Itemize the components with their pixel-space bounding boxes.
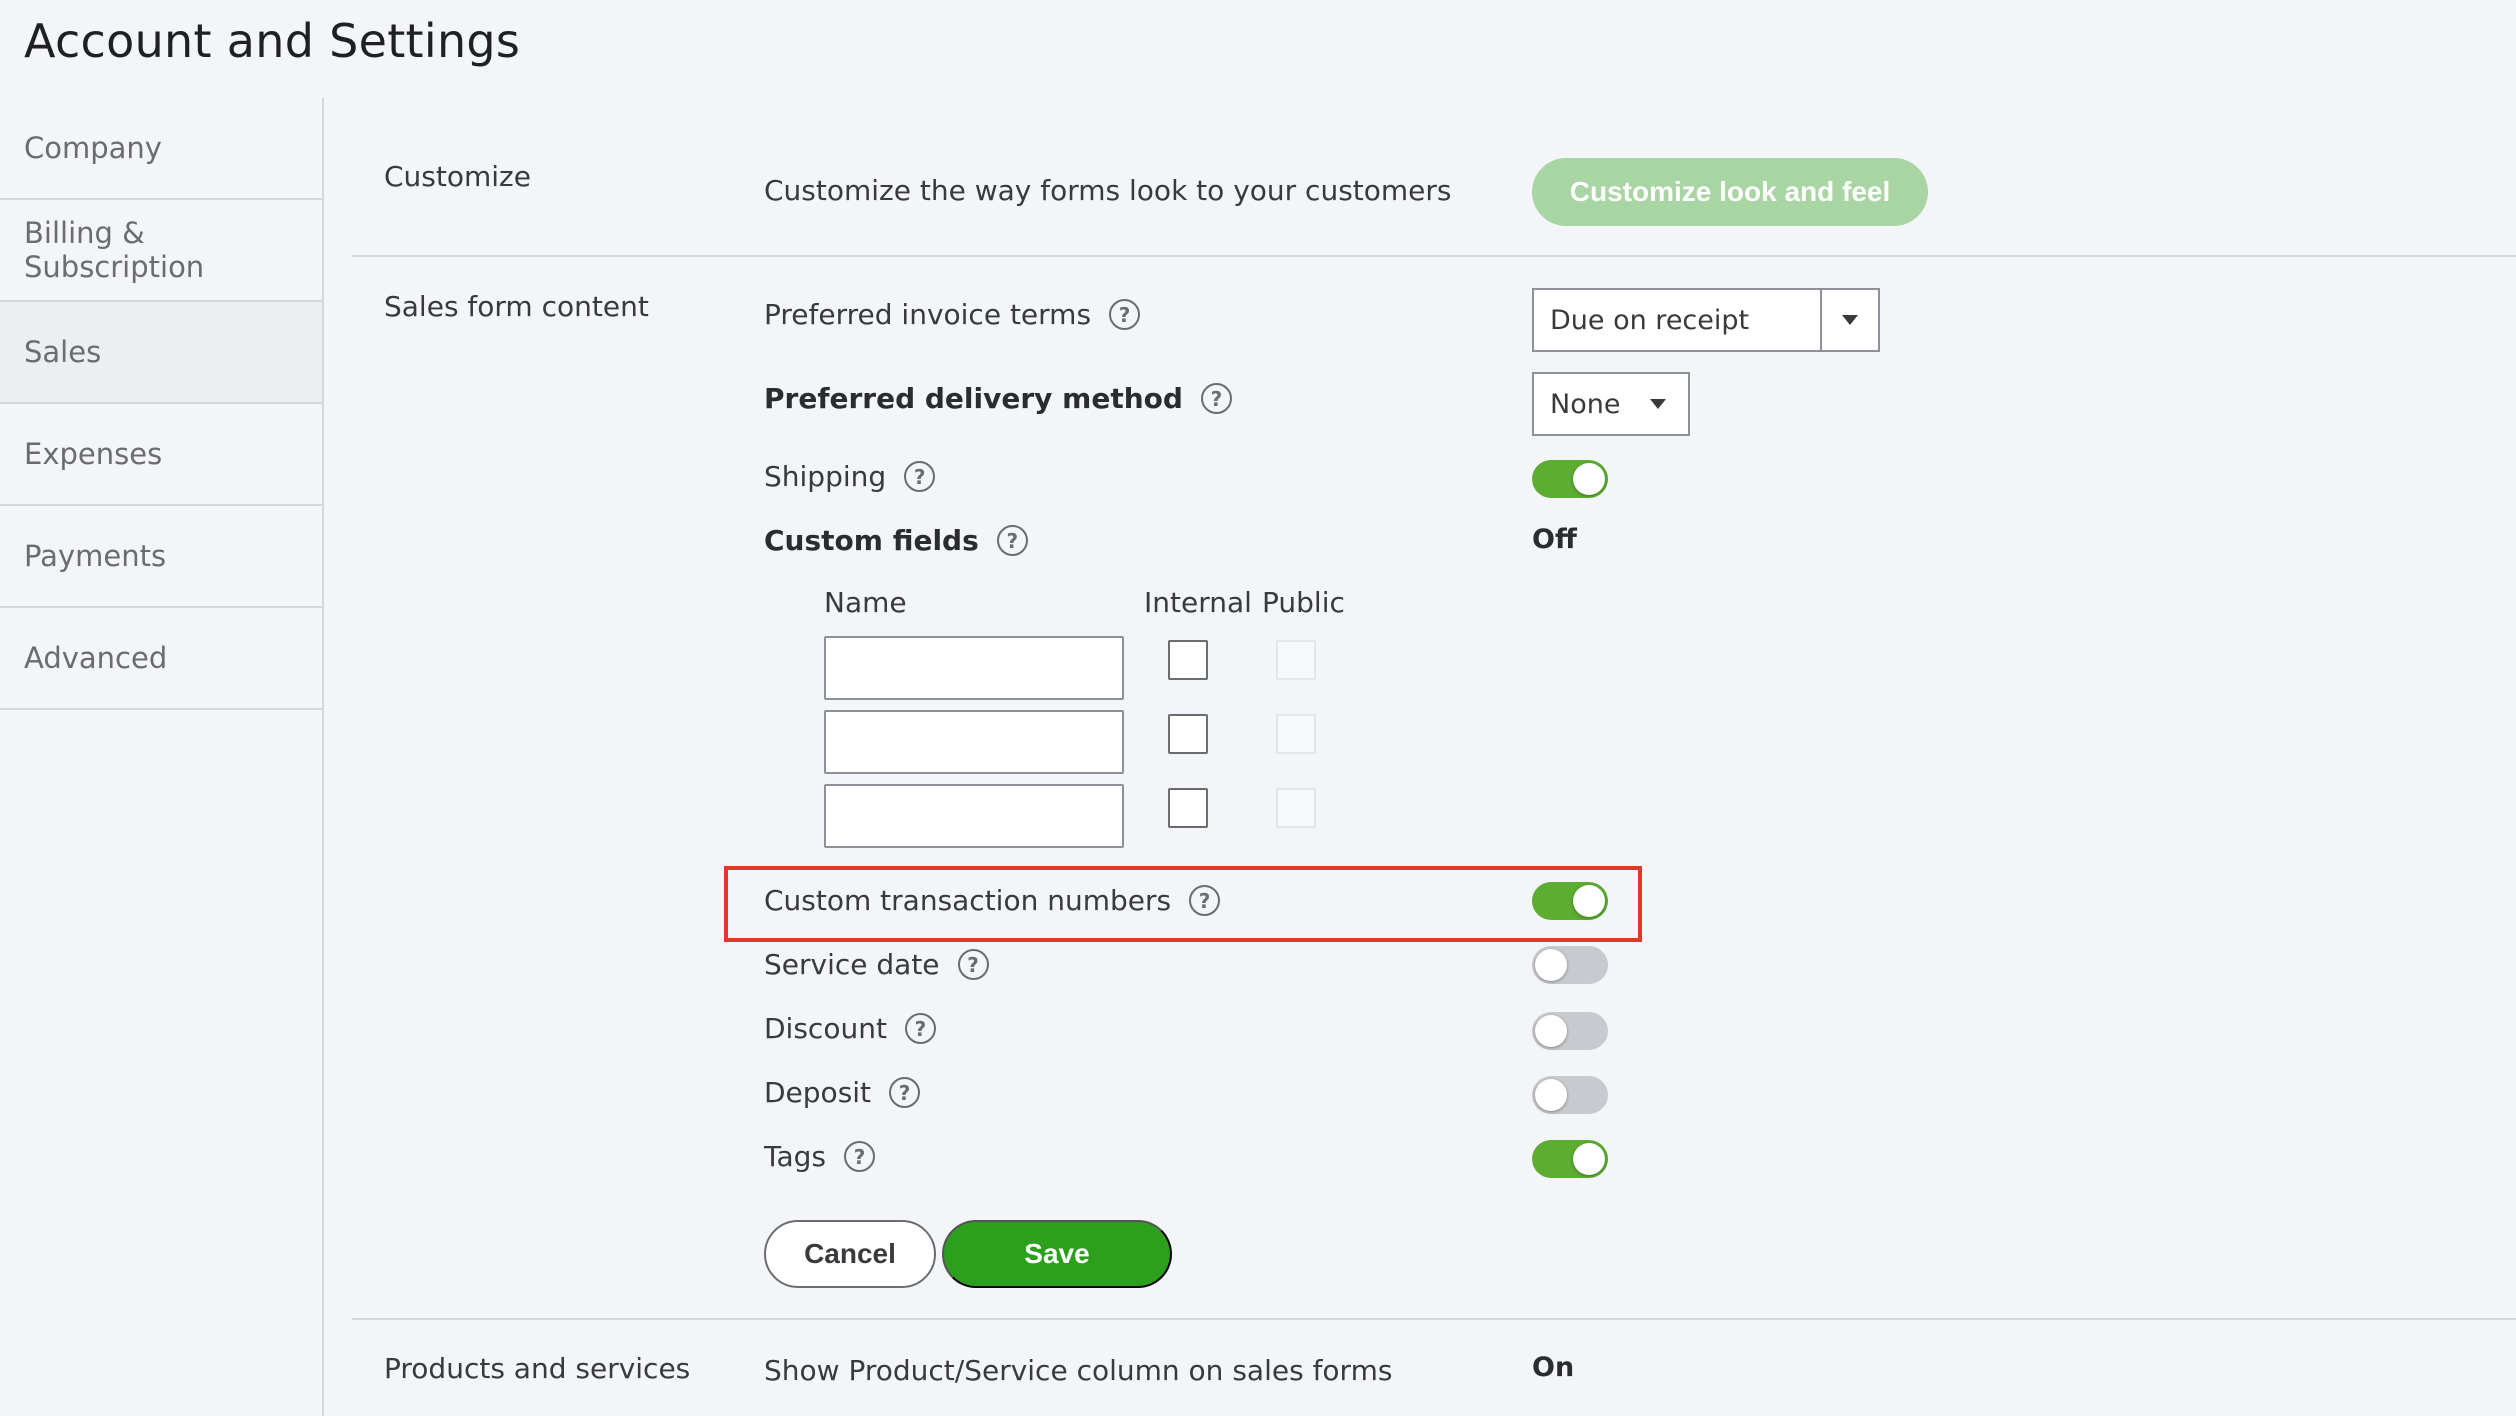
toggle-knob [1535,949,1567,981]
invoice-terms-select[interactable]: Due on receipt [1532,288,1880,352]
custom-field-internal-checkbox[interactable] [1168,788,1208,828]
delivery-method-select[interactable]: None [1532,372,1690,436]
sidebar-item-advanced[interactable]: Advanced [0,608,322,710]
chevron-down-icon [1842,315,1858,325]
toggle-knob [1535,1015,1567,1047]
settings-sidebar: Company Billing & Subscription Sales Exp… [0,98,324,1416]
custom-field-public-checkbox [1276,640,1316,680]
section-divider [352,1318,2516,1320]
help-icon[interactable]: ? [1109,299,1141,330]
deposit-row: Deposit ? [764,1076,921,1109]
customize-look-button[interactable]: Customize look and feel [1532,158,1928,226]
chevron-down-icon [1650,399,1666,409]
sidebar-item-sales[interactable]: Sales [0,302,322,404]
products-status: On [1532,1352,1575,1383]
sidebar-item-label: Expenses [24,437,163,471]
page-title: Account and Settings [24,14,521,68]
custom-field-name-input[interactable] [824,784,1124,848]
custom-field-name-input[interactable] [824,636,1124,700]
delivery-method-row: Preferred delivery method ? [764,382,1232,415]
help-icon[interactable]: ? [996,525,1028,556]
sidebar-item-label: Advanced [24,641,168,675]
save-button[interactable]: Save [942,1220,1172,1288]
custom-transaction-numbers-toggle[interactable] [1532,882,1608,920]
service-date-label: Service date [764,948,940,981]
section-divider [352,255,2516,257]
service-date-row: Service date ? [764,948,989,981]
shipping-label: Shipping [764,460,887,493]
delivery-method-value: None [1550,388,1621,420]
invoice-terms-row: Preferred invoice terms ? [764,298,1141,331]
help-icon[interactable]: ? [904,461,936,492]
custom-field-internal-checkbox[interactable] [1168,714,1208,754]
sidebar-item-expenses[interactable]: Expenses [0,404,322,506]
service-date-toggle[interactable] [1532,946,1608,984]
sidebar-item-label: Payments [24,539,167,573]
sidebar-item-label: Sales [24,335,102,369]
invoice-terms-label: Preferred invoice terms [764,298,1092,331]
discount-label: Discount [764,1012,887,1045]
tags-label: Tags [764,1140,826,1173]
dropdown-toggle[interactable] [1820,290,1878,350]
discount-row: Discount ? [764,1012,936,1045]
products-section-label: Products and services [384,1352,691,1385]
cancel-button[interactable]: Cancel [764,1220,936,1288]
shipping-toggle[interactable] [1532,460,1608,498]
custom-fields-row: Custom fields ? [764,524,1028,557]
custom-transaction-numbers-label: Custom transaction numbers [764,884,1172,917]
sidebar-item-company[interactable]: Company [0,98,322,200]
custom-field-public-checkbox [1276,788,1316,828]
help-icon[interactable]: ? [889,1077,921,1108]
custom-fields-col-name: Name [824,586,907,619]
custom-fields-col-internal: Internal [1144,586,1252,619]
deposit-label: Deposit [764,1076,872,1109]
custom-field-name-input[interactable] [824,710,1124,774]
help-icon[interactable]: ? [904,1013,936,1044]
sidebar-item-billing[interactable]: Billing & Subscription [0,200,322,302]
products-description: Show Product/Service column on sales for… [764,1354,1393,1387]
help-icon[interactable]: ? [844,1141,875,1172]
customize-section-label: Customize [384,160,531,193]
toggle-knob [1573,463,1605,495]
custom-fields-col-public: Public [1262,586,1345,619]
custom-fields-status: Off [1532,524,1577,555]
custom-fields-label: Custom fields [764,524,979,557]
help-icon[interactable]: ? [957,949,989,980]
tags-row: Tags ? [764,1140,875,1173]
toggle-knob [1573,885,1605,917]
help-icon[interactable]: ? [1200,383,1232,414]
delivery-method-label: Preferred delivery method [764,382,1183,415]
discount-toggle[interactable] [1532,1012,1608,1050]
invoice-terms-value: Due on receipt [1550,304,1750,336]
tags-toggle[interactable] [1532,1140,1608,1178]
custom-field-internal-checkbox[interactable] [1168,640,1208,680]
help-icon[interactable]: ? [1189,885,1221,916]
custom-field-public-checkbox [1276,714,1316,754]
toggle-knob [1535,1079,1567,1111]
shipping-row: Shipping ? [764,460,936,493]
deposit-toggle[interactable] [1532,1076,1608,1114]
sales-form-section-label: Sales form content [384,290,649,323]
sidebar-item-label: Company [24,131,162,165]
custom-transaction-numbers-row: Custom transaction numbers ? [764,884,1221,917]
customize-description: Customize the way forms look to your cus… [764,174,1452,207]
sidebar-item-label: Billing & Subscription [24,216,205,284]
toggle-knob [1573,1143,1605,1175]
sidebar-item-payments[interactable]: Payments [0,506,322,608]
